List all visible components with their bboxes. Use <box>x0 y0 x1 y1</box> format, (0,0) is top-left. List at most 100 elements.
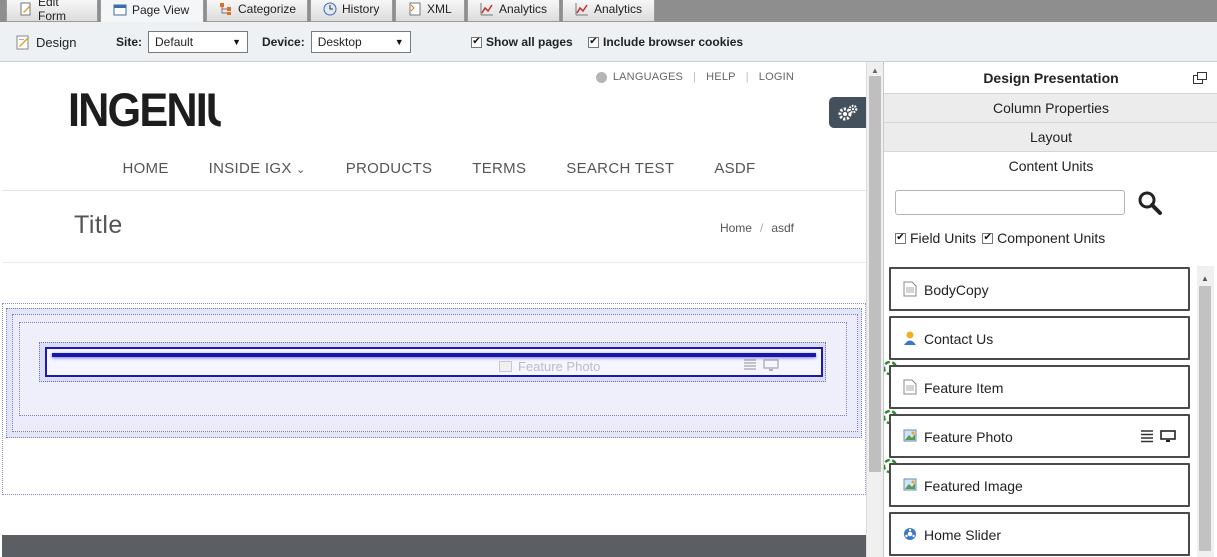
device-select[interactable]: Desktop ▼ <box>310 31 411 53</box>
include-cookies-option: ✔ Include browser cookies <box>588 22 749 62</box>
tab-edit-form[interactable]: Edit Form <box>6 0 98 23</box>
placed-unit-label-text: Feature Photo <box>518 359 601 374</box>
content-unit-home-slider[interactable]: Home Slider <box>889 512 1190 556</box>
tab-history[interactable]: History <box>310 0 393 22</box>
image-icon <box>903 429 917 442</box>
page-view-icon <box>113 4 127 15</box>
content-unit-tools <box>1140 429 1176 443</box>
tab-page-view[interactable]: Page View <box>100 0 204 22</box>
content-unit-feature-photo[interactable]: Feature Photo <box>889 414 1190 458</box>
design-button[interactable]: Design <box>15 22 76 62</box>
nav-terms[interactable]: TERMS <box>472 160 526 177</box>
tab-xml[interactable]: XML <box>395 0 465 22</box>
tab-label: Categorize <box>238 2 297 16</box>
include-cookies-label: Include browser cookies <box>603 35 744 49</box>
tab-label: Edit Form <box>38 0 66 23</box>
edit-form-icon <box>20 2 31 16</box>
desktop-icon[interactable] <box>763 359 779 371</box>
placed-unit-highlight <box>52 353 816 357</box>
placed-unit-tools <box>743 359 779 371</box>
image-icon <box>903 478 917 491</box>
scroll-thumb[interactable] <box>869 76 881 472</box>
show-all-pages-checkbox[interactable]: ✔ <box>471 36 482 48</box>
content-unit-feature-item[interactable]: Feature Item <box>889 365 1190 409</box>
section-column-properties[interactable]: Column Properties <box>884 93 1217 122</box>
scroll-thumb[interactable] <box>1199 286 1211 551</box>
globe-icon <box>595 71 607 83</box>
design-label: Design <box>36 34 77 50</box>
search-icon[interactable] <box>1137 190 1163 216</box>
unit-filters: ✔ Field Units ✔ Component Units <box>895 230 1105 246</box>
scroll-up-arrow-icon[interactable]: ▲ <box>871 66 879 75</box>
divider: | <box>693 71 697 83</box>
login-link[interactable]: LOGIN <box>759 71 794 83</box>
placed-unit-label: Feature Photo <box>499 359 600 374</box>
desktop-icon[interactable] <box>1160 429 1176 443</box>
include-cookies-checkbox[interactable]: ✔ <box>588 36 599 48</box>
help-link[interactable]: HELP <box>706 71 736 83</box>
scroll-up-arrow-icon[interactable]: ▲ <box>1201 274 1209 283</box>
site-select-value: Default <box>155 35 194 49</box>
divider: | <box>745 71 749 83</box>
nav-home[interactable]: HOME <box>122 160 168 177</box>
preview-scrollbar[interactable]: ▲ <box>866 62 883 557</box>
tab-analytics[interactable]: Analytics <box>467 0 560 22</box>
placed-unit-feature-photo[interactable]: Feature Photo <box>45 347 823 377</box>
nav-asdf[interactable]: ASDF <box>714 160 755 177</box>
languages-link[interactable]: LANGUAGES <box>613 71 683 83</box>
content-unit-label: Featured Image <box>924 478 1023 494</box>
design-presentation-panel: Design Presentation Column Properties La… <box>883 62 1217 557</box>
categorize-icon <box>220 3 231 15</box>
content-unit-label: BodyCopy <box>924 282 989 298</box>
tab-strip: Edit Form Page View Categorize History X… <box>0 0 1217 23</box>
section-layout[interactable]: Layout <box>884 122 1217 151</box>
analytics-icon <box>575 3 588 16</box>
site-logo[interactable]: INGENIUX <box>68 82 221 138</box>
content-unit-label: Feature Photo <box>924 429 1013 445</box>
gears-icon <box>838 104 857 120</box>
title-bar: Title Home / asdf <box>2 191 866 263</box>
site-label: Site: <box>116 35 143 49</box>
content-unit-contact-us[interactable]: Contact Us <box>889 316 1190 360</box>
tab-label: Page View <box>132 2 190 17</box>
settings-button[interactable] <box>829 97 866 128</box>
popout-icon[interactable] <box>1193 72 1207 84</box>
utility-links: LANGUAGES | HELP | LOGIN <box>595 71 794 83</box>
tab-analytics-2[interactable]: Analytics <box>562 0 655 22</box>
tab-label: XML <box>427 2 452 16</box>
device-label: Device: <box>262 35 305 49</box>
breadcrumb-current: asdf <box>771 221 794 235</box>
history-icon <box>323 2 337 16</box>
breadcrumb-home[interactable]: Home <box>720 221 752 235</box>
slider-icon <box>904 528 916 540</box>
site-footer <box>2 535 866 557</box>
chevron-down-icon: ⌄ <box>296 164 306 176</box>
image-icon <box>499 361 512 372</box>
content-units-search-input[interactable] <box>895 190 1125 215</box>
list-icon[interactable] <box>743 359 757 371</box>
chevron-down-icon: ▼ <box>232 37 242 47</box>
nav-products[interactable]: PRODUCTS <box>346 160 433 177</box>
field-units-label: Field Units <box>910 230 977 246</box>
tab-label: Analytics <box>594 2 643 16</box>
content-unit-bodycopy[interactable]: BodyCopy <box>889 267 1190 311</box>
content-unit-label: Home Slider <box>924 527 1002 543</box>
nav-search-test[interactable]: SEARCH TEST <box>566 160 674 177</box>
content-unit-featured-image[interactable]: Featured Image <box>889 463 1190 507</box>
tab-label: Analytics <box>499 2 548 16</box>
site-select[interactable]: Default ▼ <box>148 31 249 53</box>
section-content-units[interactable]: Content Units <box>884 151 1217 180</box>
nav-inside-igx[interactable]: INSIDE IGX ⌄ <box>209 160 306 177</box>
field-units-checkbox[interactable]: ✔ <box>895 232 906 244</box>
main-navigation: HOME INSIDE IGX ⌄ PRODUCTS TERMS SEARCH … <box>2 160 866 177</box>
show-all-pages-label: Show all pages <box>486 35 573 49</box>
tab-categorize[interactable]: Categorize <box>206 0 308 22</box>
analytics-icon <box>480 3 493 16</box>
document-icon <box>903 379 917 395</box>
content-units-scrollbar[interactable]: ▲ <box>1197 266 1214 557</box>
design-icon <box>16 35 29 50</box>
device-select-value: Desktop <box>317 35 362 49</box>
breadcrumb: Home / asdf <box>720 221 794 235</box>
component-units-checkbox[interactable]: ✔ <box>982 232 994 244</box>
list-icon[interactable] <box>1140 429 1154 443</box>
